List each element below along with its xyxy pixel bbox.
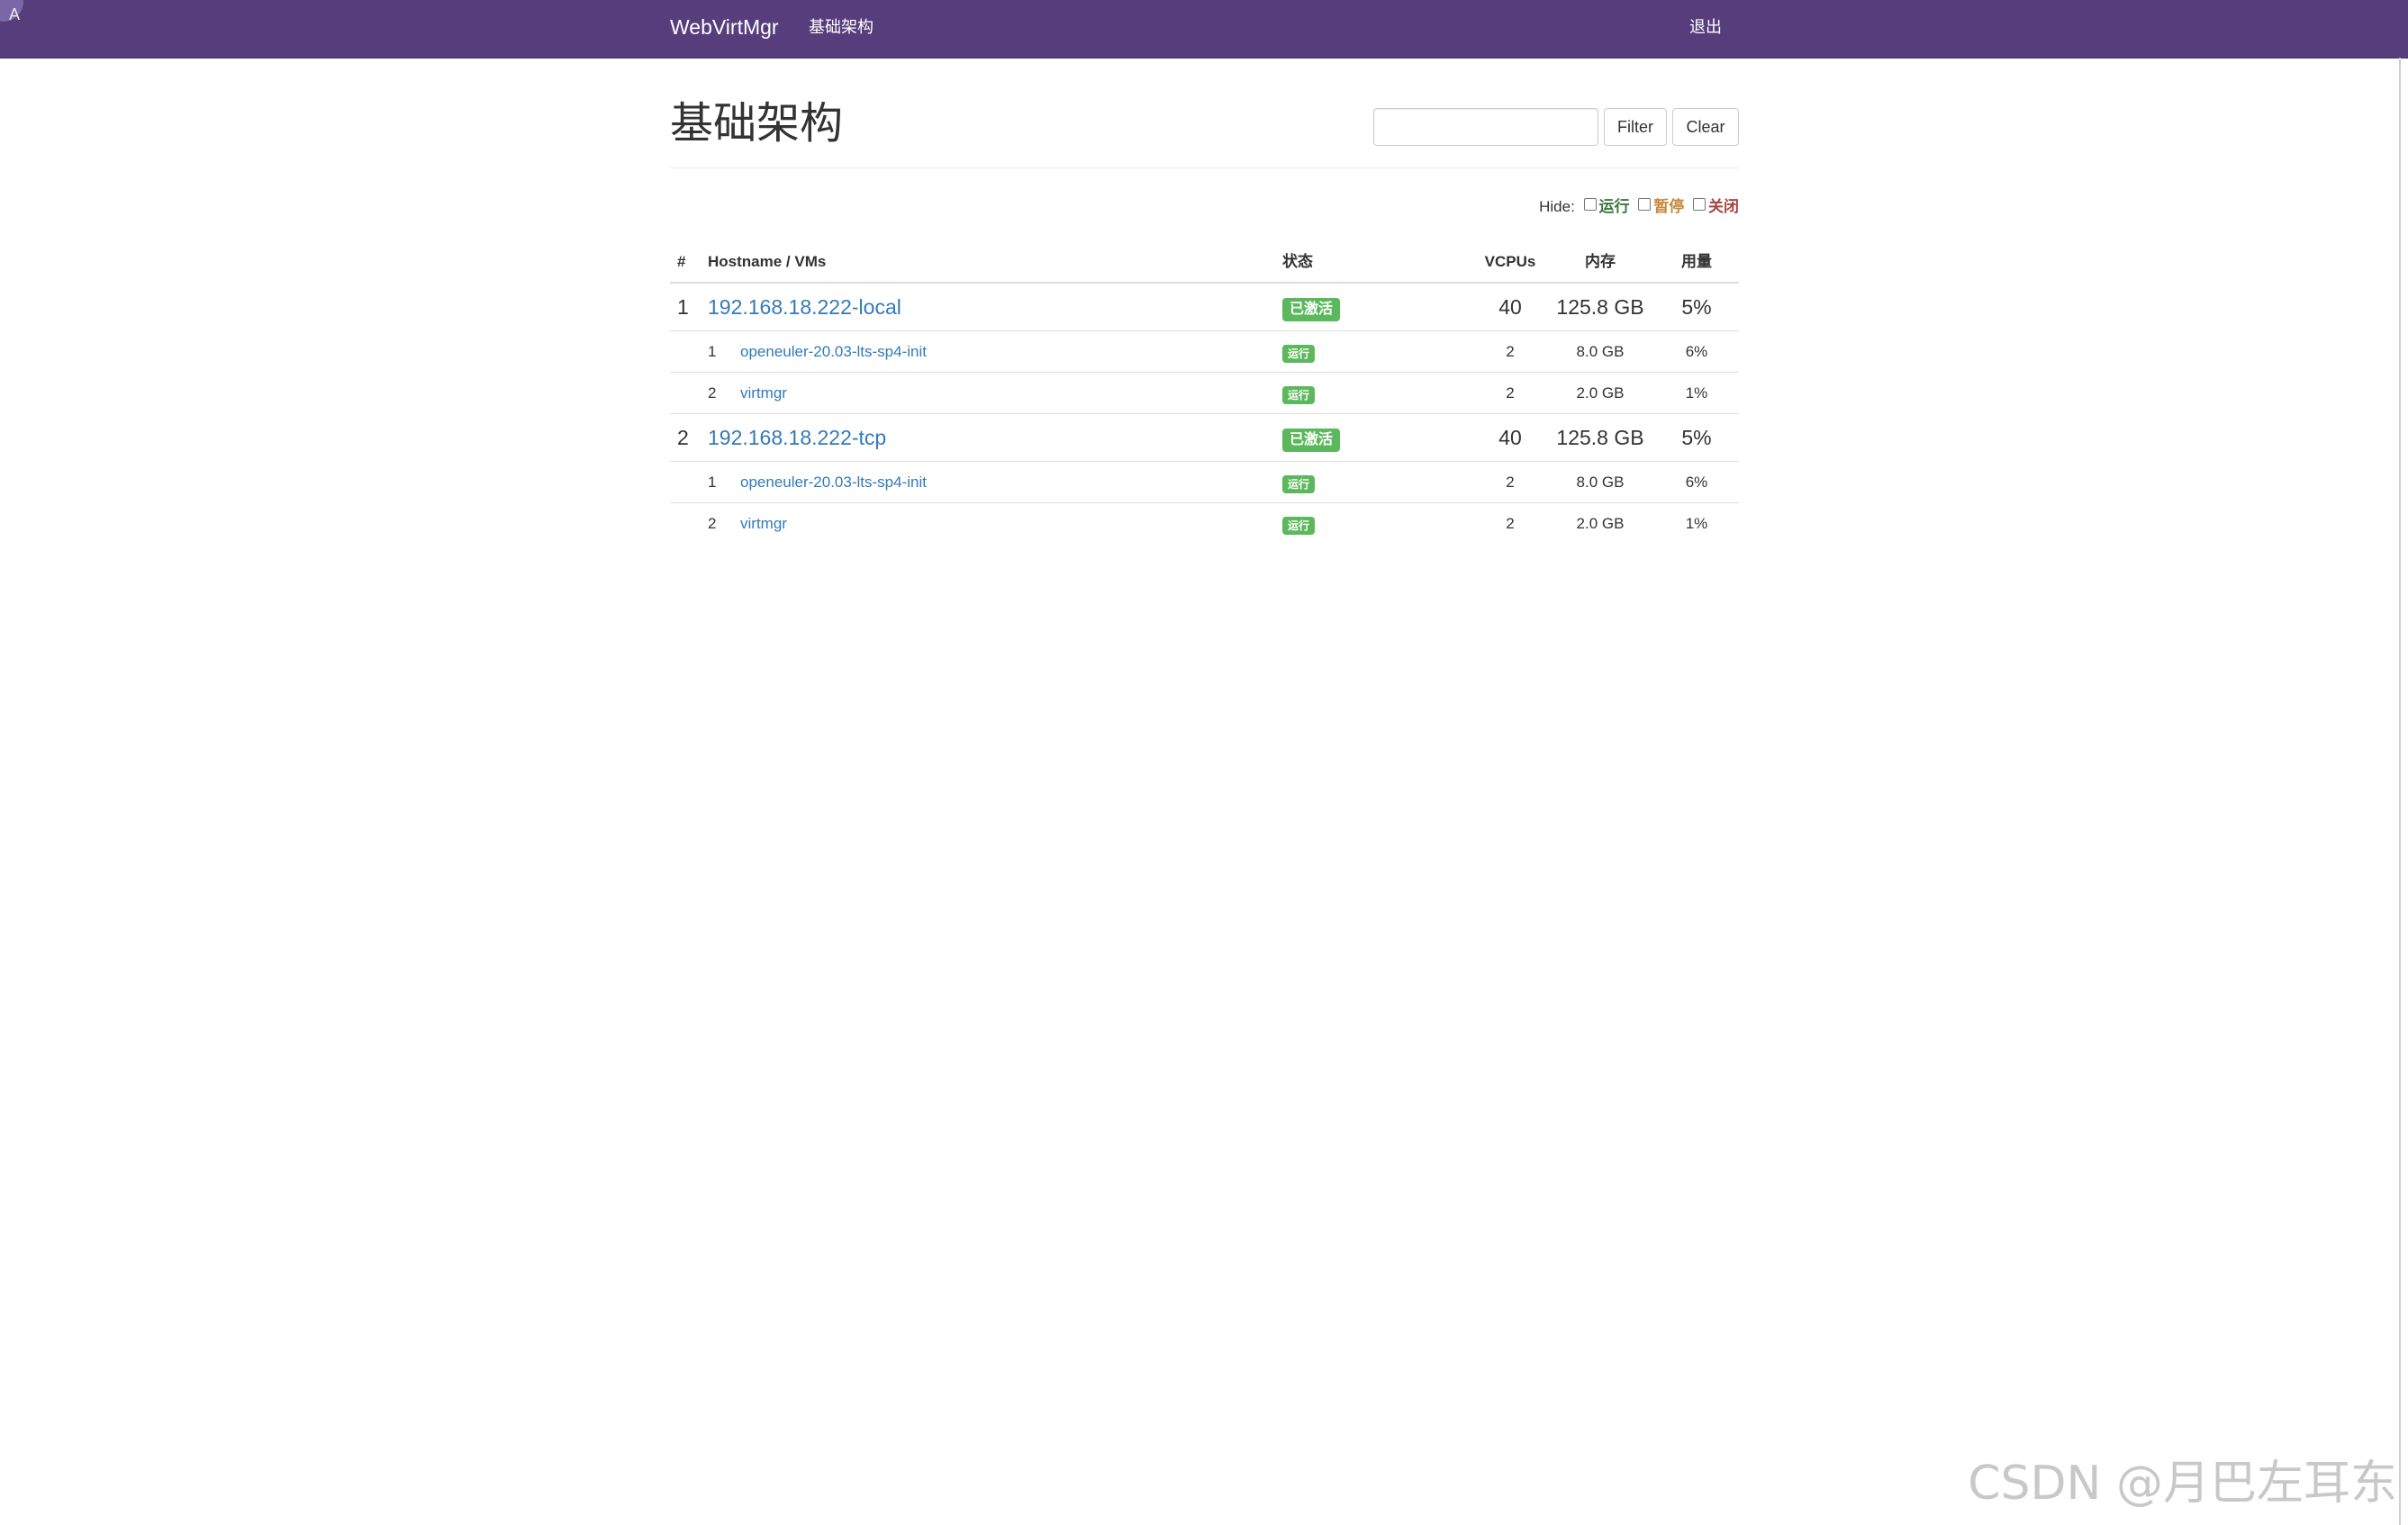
host-memory: 125.8 GB (1556, 295, 1644, 319)
vm-row: 2 virtmgr 运行 2 2.0 GB 1% (670, 372, 1739, 413)
host-vcpus: 40 (1498, 295, 1522, 319)
vm-link[interactable]: virtmgr (740, 503, 787, 545)
column-header-vcpus: VCPUs (1484, 253, 1536, 270)
status-badge: 已激活 (1282, 428, 1341, 452)
host-status: 已激活 (1282, 284, 1341, 330)
infrastructure-table: # Hostname / VMs 状态 VCPUs 内存 用量 1 192.16… (670, 243, 1739, 544)
host-status: 已激活 (1282, 414, 1341, 461)
hide-shutoff-label[interactable]: 关闭 (1708, 198, 1739, 215)
column-header-index: # (677, 253, 686, 270)
status-badge: 运行 (1282, 386, 1316, 405)
column-header-memory: 内存 (1585, 253, 1616, 270)
host-usage: 5% (1681, 426, 1712, 449)
vm-usage: 1% (1685, 515, 1708, 532)
page-title: 基础架构 (670, 100, 844, 148)
vm-row: 1 openeuler-20.03-lts-sp4-init 运行 2 8.0 … (670, 330, 1739, 372)
vm-row: 2 virtmgr 运行 2 2.0 GB 1% (670, 502, 1739, 544)
status-badge: 运行 (1282, 345, 1316, 364)
vm-usage: 6% (1685, 474, 1708, 491)
host-usage: 5% (1681, 295, 1712, 319)
hide-label: Hide: (1539, 198, 1575, 215)
vm-link[interactable]: virtmgr (740, 373, 787, 414)
vm-link[interactable]: openeuler-20.03-lts-sp4-init (740, 462, 927, 503)
status-badge: 运行 (1282, 475, 1316, 494)
vm-status: 运行 (1282, 331, 1316, 373)
vm-row: 1 openeuler-20.03-lts-sp4-init 运行 2 8.0 … (670, 461, 1739, 502)
nav-infrastructure-link[interactable]: 基础架构 (809, 14, 874, 40)
host-index: 1 (677, 295, 689, 319)
filter-input[interactable] (1373, 108, 1598, 146)
avatar[interactable]: A (0, 0, 23, 23)
filter-button[interactable]: Filter (1604, 108, 1667, 146)
hide-running-checkbox[interactable] (1583, 198, 1597, 211)
watermark: CSDN @月巴左耳东 (1968, 1457, 2397, 1511)
vm-status: 运行 (1282, 462, 1316, 503)
vm-vcpus: 2 (1506, 515, 1515, 532)
vm-memory: 8.0 GB (1576, 474, 1625, 491)
host-link[interactable]: 192.168.18.222-local (708, 284, 901, 330)
hide-paused-label[interactable]: 暂停 (1653, 198, 1684, 215)
vm-memory: 2.0 GB (1576, 384, 1625, 402)
vm-status: 运行 (1282, 373, 1316, 414)
vm-usage: 6% (1685, 343, 1708, 360)
vm-index: 1 (708, 474, 717, 491)
nav-logout-link[interactable]: 退出 (1689, 14, 1722, 40)
column-header-hostname: Hostname / VMs (708, 253, 827, 270)
vm-memory: 2.0 GB (1576, 515, 1625, 532)
brand-link[interactable]: WebVirtMgr (670, 13, 779, 41)
host-vcpus: 40 (1498, 426, 1522, 449)
host-row: 1 192.168.18.222-local 已激活 40 125.8 GB 5… (670, 283, 1739, 330)
vm-usage: 1% (1685, 384, 1708, 402)
vm-link[interactable]: openeuler-20.03-lts-sp4-init (740, 331, 927, 373)
column-header-usage: 用量 (1681, 253, 1712, 270)
vm-index: 1 (708, 343, 717, 360)
hide-running-label[interactable]: 运行 (1599, 198, 1630, 215)
host-index: 2 (677, 426, 689, 449)
host-link[interactable]: 192.168.18.222-tcp (708, 414, 886, 461)
table-header-row: # Hostname / VMs 状态 VCPUs 内存 用量 (670, 243, 1739, 283)
host-row: 2 192.168.18.222-tcp 已激活 40 125.8 GB 5% (670, 413, 1739, 461)
clear-button[interactable]: Clear (1672, 108, 1739, 146)
page-edge-divider (2399, 58, 2401, 1525)
vm-memory: 8.0 GB (1576, 343, 1625, 360)
top-navbar: A WebVirtMgr 基础架构 退出 (0, 0, 2408, 59)
status-badge: 已激活 (1282, 297, 1341, 321)
column-header-status: 状态 (1282, 253, 1313, 270)
header-divider (670, 167, 1739, 168)
vm-index: 2 (708, 384, 717, 402)
vm-status: 运行 (1282, 503, 1316, 545)
status-badge: 运行 (1282, 517, 1316, 536)
hide-shutoff-checkbox[interactable] (1693, 198, 1706, 211)
vm-index: 2 (708, 515, 717, 532)
vm-vcpus: 2 (1506, 474, 1515, 491)
hide-filter-row: Hide: 运行 暂停 关闭 (1539, 194, 1739, 220)
vm-vcpus: 2 (1506, 343, 1515, 360)
vm-vcpus: 2 (1506, 384, 1515, 402)
hide-paused-checkbox[interactable] (1638, 198, 1652, 211)
host-memory: 125.8 GB (1556, 426, 1644, 449)
